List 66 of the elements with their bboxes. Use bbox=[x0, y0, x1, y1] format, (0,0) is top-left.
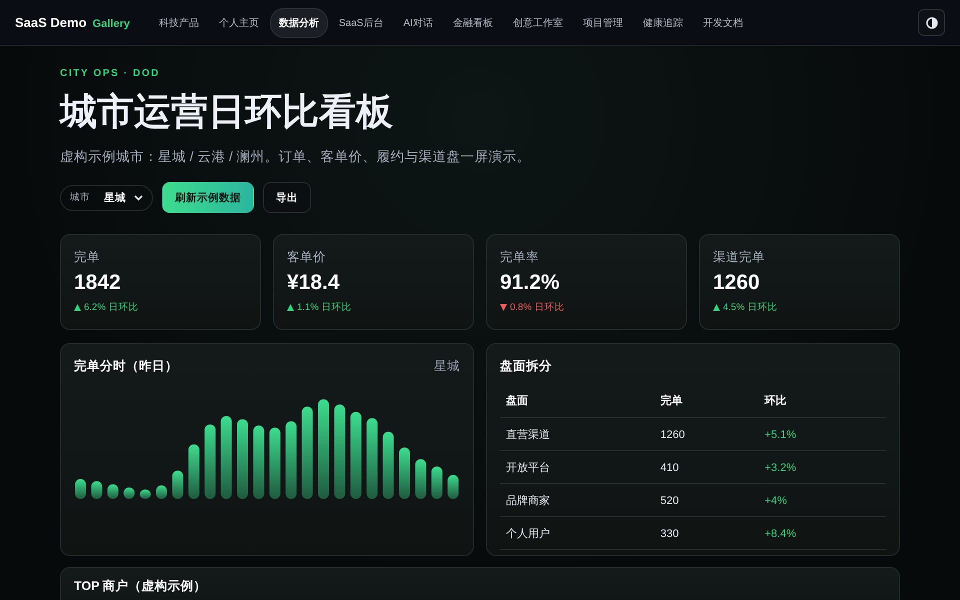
column-header: 完单 bbox=[654, 385, 759, 418]
chart-bar bbox=[156, 486, 167, 500]
chart-bar bbox=[107, 484, 118, 500]
export-button[interactable]: 导出 bbox=[263, 182, 311, 214]
chart-bar bbox=[448, 475, 459, 500]
kpi-delta: 4.5% 日环比 bbox=[723, 301, 778, 314]
kpi-value: 1260 bbox=[713, 271, 760, 296]
table-cell: +4% bbox=[758, 484, 886, 517]
nav-tab[interactable]: 开发文档 bbox=[694, 8, 752, 38]
table-cell: +3.2% bbox=[758, 450, 886, 484]
nav-tab[interactable]: 创意工作室 bbox=[504, 8, 572, 38]
brand-name[interactable]: SaaS Demo bbox=[15, 15, 87, 30]
table-cell: 品牌商家 bbox=[500, 484, 654, 517]
theme-toggle-button[interactable] bbox=[918, 9, 945, 36]
kpi-delta: 0.8% 日环比 bbox=[510, 301, 564, 314]
chart-bar bbox=[382, 432, 394, 500]
nav-tab[interactable]: 个人主页 bbox=[210, 8, 268, 38]
table-cell: +8.4% bbox=[758, 516, 886, 550]
kpi-label: 客单价 bbox=[287, 249, 326, 266]
nav-tab[interactable]: 科技产品 bbox=[150, 8, 208, 38]
table-cell: 直营渠道 bbox=[500, 418, 654, 451]
nav-tab[interactable]: 健康追踪 bbox=[634, 8, 692, 38]
kpi-label: 渠道完单 bbox=[713, 249, 765, 266]
table-cell: 330 bbox=[654, 516, 759, 550]
kpi-label: 完单率 bbox=[500, 249, 539, 266]
chart-bar bbox=[415, 460, 426, 500]
table-cell: 410 bbox=[654, 450, 759, 484]
chart-bar bbox=[140, 490, 151, 500]
eyebrow-text: CITY OPS · DOD bbox=[60, 68, 162, 79]
nav-tab[interactable]: 数据分析 bbox=[270, 8, 328, 38]
chart-bar bbox=[188, 444, 200, 500]
chevron-down-icon bbox=[134, 194, 143, 201]
nav-tab[interactable]: AI对话 bbox=[394, 8, 442, 38]
chart-bar bbox=[75, 479, 86, 500]
card-title: TOP 商户（虚构示例） bbox=[74, 579, 207, 594]
chart-bar bbox=[172, 471, 184, 500]
kpi-delta: 1.1% 日环比 bbox=[297, 301, 352, 314]
column-header: 盘面 bbox=[500, 385, 654, 418]
table-cell: 开放平台 bbox=[500, 450, 654, 484]
table-cell: +5.1% bbox=[758, 418, 886, 451]
chart-bar bbox=[124, 488, 135, 500]
brand-tag: Gallery bbox=[92, 18, 130, 30]
kpi-value: 1842 bbox=[74, 271, 121, 296]
card-title: 盘面拆分 bbox=[500, 358, 552, 376]
card-title: 完单分时（昨日） bbox=[74, 358, 178, 376]
kpi-value: 91.2% bbox=[500, 271, 560, 296]
nav-tab[interactable]: 项目管理 bbox=[574, 8, 632, 38]
kpi-label: 完单 bbox=[74, 249, 100, 266]
page-subtitle: 虚构示例城市：星城 / 云港 / 澜州。订单、客单价、履约与渠道盘一屏演示。 bbox=[60, 148, 532, 166]
half-circle-icon bbox=[926, 16, 938, 28]
chart-bar bbox=[91, 482, 102, 500]
chart-bar bbox=[269, 428, 280, 500]
chart-bar bbox=[431, 466, 442, 500]
chart-bar bbox=[399, 448, 410, 500]
kpi-value: ¥18.4 bbox=[287, 271, 340, 296]
table-cell: 520 bbox=[654, 484, 759, 517]
column-header: 环比 bbox=[758, 385, 886, 418]
kpi-delta: 6.2% 日环比 bbox=[84, 301, 138, 314]
nav-tab[interactable]: SaaS后台 bbox=[330, 8, 392, 38]
city-select[interactable]: 城市 星城 bbox=[60, 184, 153, 211]
city-label: 星城 bbox=[434, 358, 460, 376]
table-cell: 个人用户 bbox=[500, 516, 654, 550]
table-cell: 1260 bbox=[654, 418, 759, 451]
refresh-button[interactable]: 刷新示例数据 bbox=[162, 182, 254, 214]
nav-tab[interactable]: 金融看板 bbox=[444, 8, 502, 38]
page-title: 城市运营日环比看板 bbox=[60, 90, 394, 134]
